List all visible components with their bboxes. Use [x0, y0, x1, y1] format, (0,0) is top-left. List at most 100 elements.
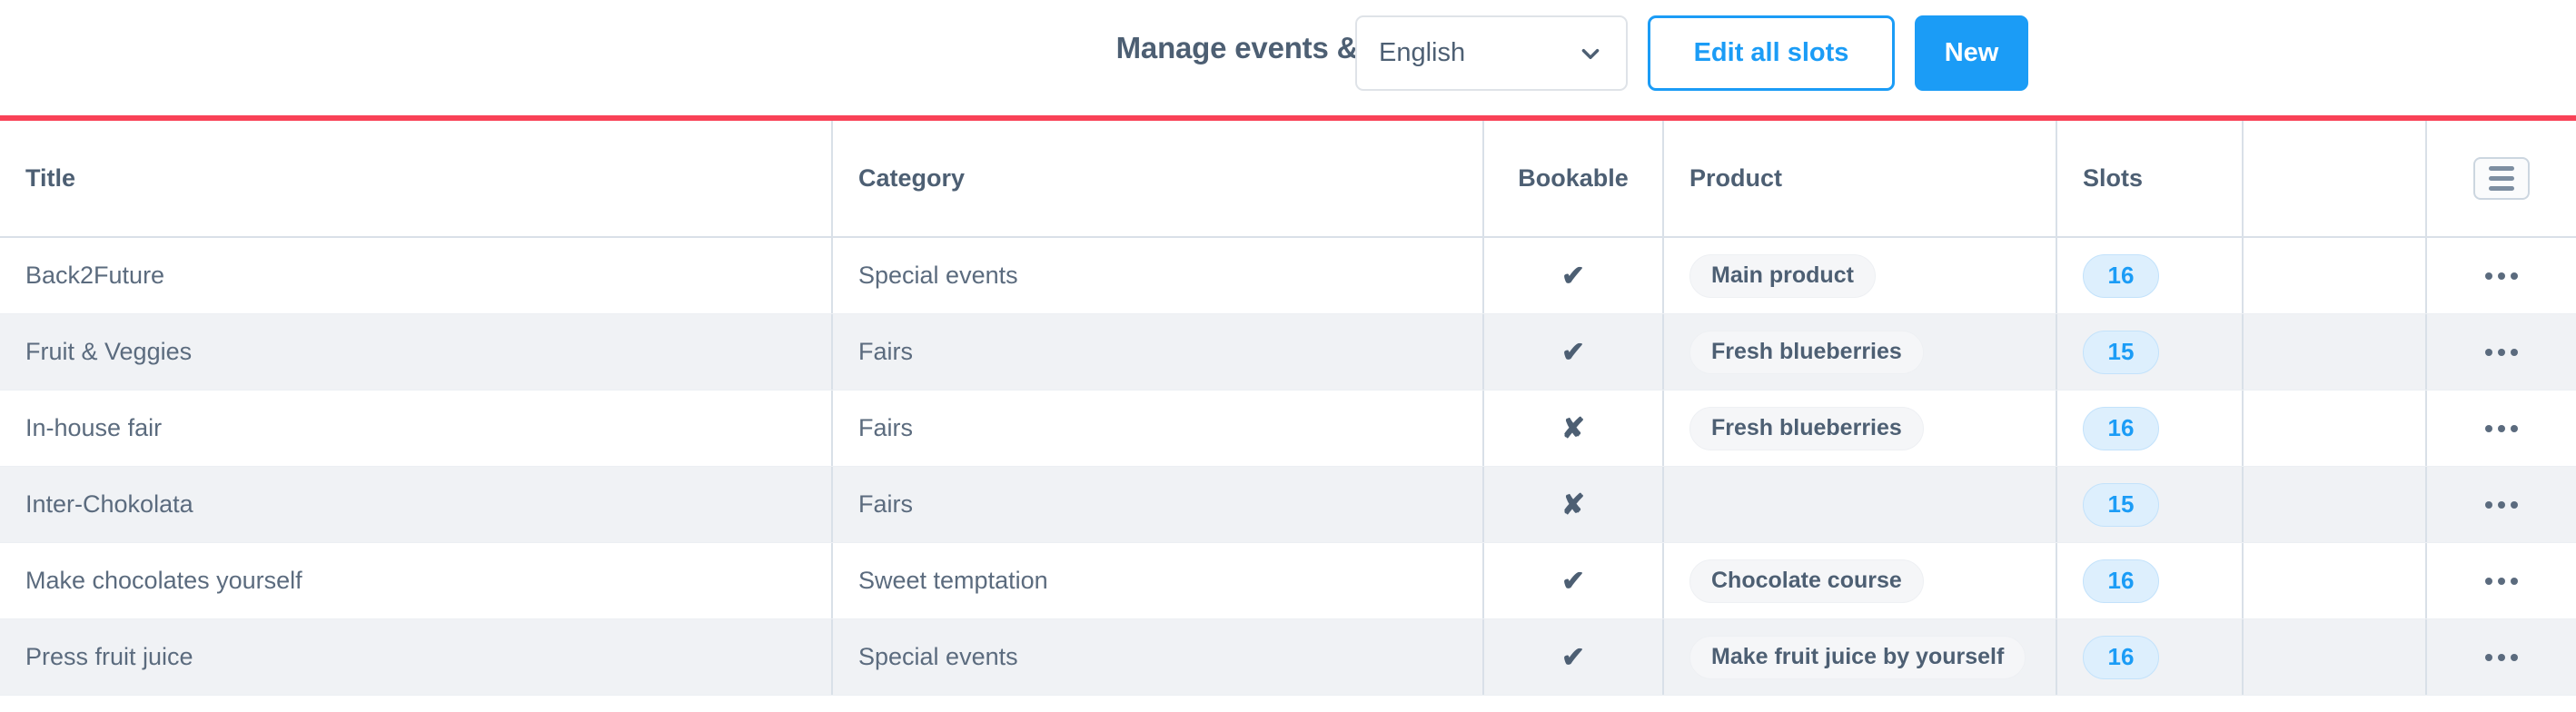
kebab-dot	[2485, 653, 2492, 661]
column-header-bookable-label: Bookable	[1518, 164, 1629, 192]
table-row[interactable]: Inter-Chokolata Fairs ✘ 15	[0, 467, 2576, 543]
cell-title[interactable]: Fruit & Veggies	[0, 314, 831, 390]
cell-title[interactable]: Inter-Chokolata	[0, 467, 831, 542]
cross-icon: ✘	[1561, 489, 1585, 520]
cell-blank	[2242, 467, 2425, 542]
cell-category: Special events	[831, 619, 1482, 695]
page-title: Manage events & tickets	[1115, 31, 1461, 64]
hamburger-bar	[2489, 166, 2514, 171]
cell-bookable: ✔	[1482, 543, 1662, 618]
edit-all-slots-button[interactable]: Edit all slots	[1648, 15, 1895, 91]
kebab-dot	[2498, 272, 2505, 280]
kebab-dot	[2511, 577, 2518, 585]
cell-bookable: ✔	[1482, 238, 1662, 313]
kebab-menu-icon[interactable]	[2476, 645, 2527, 670]
event-title: Fruit & Veggies	[25, 338, 193, 365]
cell-slots: 15	[2056, 314, 2242, 390]
cell-blank	[2242, 314, 2425, 390]
manage-events-tickets-page: Manage events & tickets English Edit all…	[0, 0, 2576, 712]
cell-title[interactable]: Press fruit juice	[0, 619, 831, 695]
cell-actions	[2425, 619, 2576, 695]
slots-badge[interactable]: 16	[2083, 559, 2159, 603]
table-row[interactable]: Press fruit juice Special events ✔ Make fru…	[0, 619, 2576, 696]
cell-bookable: ✘	[1482, 467, 1662, 542]
kebab-menu-icon[interactable]	[2476, 569, 2527, 594]
slots-badge[interactable]: 16	[2083, 406, 2159, 450]
cell-actions	[2425, 543, 2576, 618]
slots-badge[interactable]: 15	[2083, 482, 2159, 527]
hamburger-bar	[2489, 176, 2514, 181]
column-header-product[interactable]: Product	[1662, 121, 2056, 236]
product-chip[interactable]: Make fruit juice by yourself	[1689, 635, 2026, 679]
language-select[interactable]: English	[1355, 15, 1628, 91]
product-chip[interactable]: Fresh blueberries	[1689, 330, 1924, 374]
column-header-category[interactable]: Category	[831, 121, 1482, 236]
event-title: Make chocolates yourself	[25, 567, 302, 594]
event-title: In-house fair	[25, 414, 163, 441]
kebab-dot	[2511, 653, 2518, 661]
cell-slots: 15	[2056, 467, 2242, 542]
event-title: Press fruit juice	[25, 643, 193, 670]
table-row[interactable]: In-house fair Fairs ✘ Fresh blueberries 16	[0, 391, 2576, 467]
kebab-dot	[2511, 424, 2518, 432]
column-header-bookable[interactable]: Bookable	[1482, 121, 1662, 236]
kebab-dot	[2498, 424, 2505, 432]
kebab-dot	[2498, 500, 2505, 509]
cell-product: Main product	[1662, 238, 2056, 313]
accent-bar	[0, 115, 2576, 121]
product-chip[interactable]: Main product	[1689, 253, 1876, 298]
kebab-dot	[2485, 577, 2492, 585]
check-icon: ✔	[1561, 336, 1585, 368]
kebab-dot	[2485, 272, 2492, 280]
language-select-value: English	[1379, 38, 1466, 67]
event-category: Special events	[858, 262, 1018, 289]
cell-actions	[2425, 314, 2576, 390]
kebab-dot	[2511, 272, 2518, 280]
table-body: Back2Future Special events ✔ Main product 16…	[0, 238, 2576, 696]
slots-badge[interactable]: 16	[2083, 635, 2159, 679]
table-row[interactable]: Make chocolates yourself Sweet temptation…	[0, 543, 2576, 619]
new-button[interactable]: New	[1915, 15, 2028, 91]
product-chip[interactable]: Fresh blueberries	[1689, 406, 1924, 450]
hamburger-menu-icon[interactable]	[2473, 157, 2530, 200]
cell-category: Fairs	[831, 467, 1482, 542]
kebab-menu-icon[interactable]	[2476, 492, 2527, 518]
event-title: Back2Future	[25, 262, 165, 289]
page-header: Manage events & tickets English Edit all…	[0, 0, 2576, 116]
event-category: Fairs	[858, 414, 913, 441]
kebab-dot	[2498, 348, 2505, 356]
cell-title[interactable]: Back2Future	[0, 238, 831, 313]
cell-category: Fairs	[831, 391, 1482, 466]
table-row[interactable]: Fruit & Veggies Fairs ✔ Fresh blueberries 15	[0, 314, 2576, 391]
events-table: Title Category Bookable Product Slots Ba…	[0, 121, 2576, 696]
cell-category: Special events	[831, 238, 1482, 313]
check-icon: ✔	[1561, 641, 1585, 673]
column-header-blank	[2242, 121, 2425, 236]
slots-badge[interactable]: 15	[2083, 330, 2159, 374]
check-icon: ✔	[1561, 260, 1585, 292]
column-header-product-label: Product	[1689, 164, 1783, 192]
event-title: Inter-Chokolata	[25, 490, 193, 518]
event-category: Fairs	[858, 490, 913, 518]
cell-category: Sweet temptation	[831, 543, 1482, 618]
cell-title[interactable]: In-house fair	[0, 391, 831, 466]
column-header-title[interactable]: Title	[0, 121, 831, 236]
product-chip[interactable]: Chocolate course	[1689, 559, 1924, 603]
cell-blank	[2242, 391, 2425, 466]
table-row[interactable]: Back2Future Special events ✔ Main product 16	[0, 238, 2576, 314]
kebab-dot	[2485, 348, 2492, 356]
kebab-menu-icon[interactable]	[2476, 340, 2527, 365]
slots-badge[interactable]: 16	[2083, 253, 2159, 298]
check-icon: ✔	[1561, 565, 1585, 597]
cell-slots: 16	[2056, 619, 2242, 695]
kebab-menu-icon[interactable]	[2476, 263, 2527, 289]
kebab-dot	[2511, 500, 2518, 509]
cell-title[interactable]: Make chocolates yourself	[0, 543, 831, 618]
event-category: Special events	[858, 643, 1018, 670]
column-header-slots[interactable]: Slots	[2056, 121, 2242, 236]
cell-actions	[2425, 391, 2576, 466]
kebab-menu-icon[interactable]	[2476, 416, 2527, 441]
cell-product: Make fruit juice by yourself	[1662, 619, 2056, 695]
event-category: Fairs	[858, 338, 913, 365]
cell-slots: 16	[2056, 391, 2242, 466]
